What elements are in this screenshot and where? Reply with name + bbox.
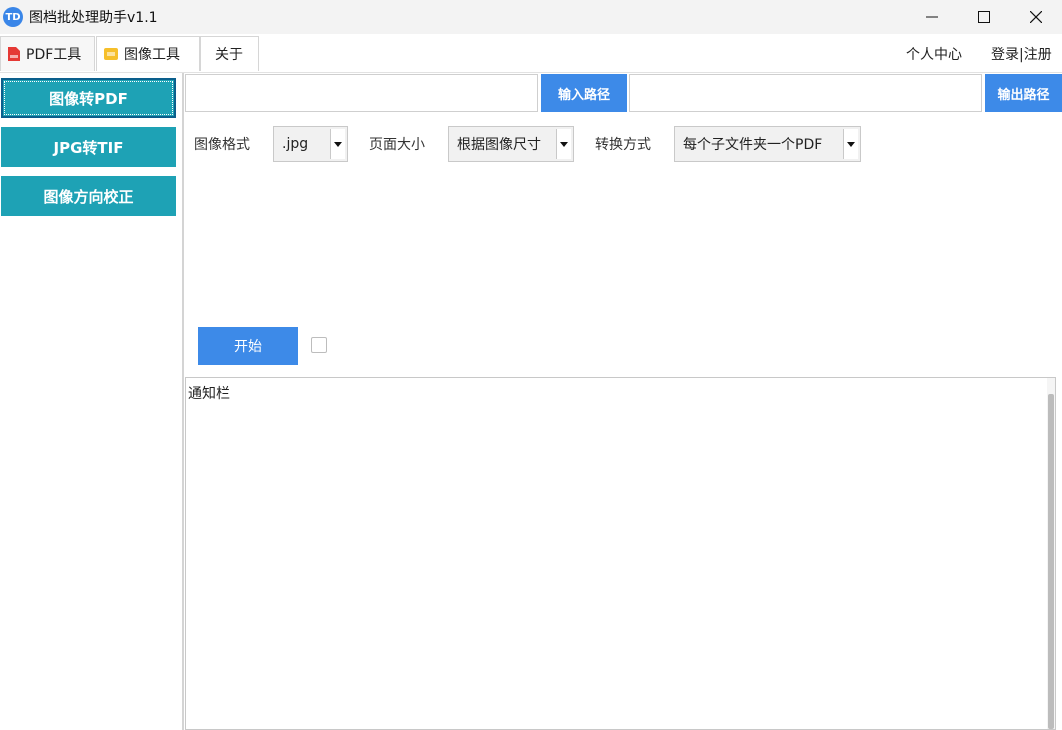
tab-image-tools[interactable]: 图像工具 [96, 36, 200, 71]
sidebar-item-jpg-to-tif[interactable]: JPG转TIF [1, 127, 176, 167]
minimize-icon [926, 16, 938, 18]
image-file-icon [103, 46, 119, 62]
tab-image-tools-label: 图像工具 [124, 47, 180, 63]
app-logo-icon: TD [3, 7, 23, 27]
image-format-select[interactable]: .jpg [273, 126, 348, 162]
sidebar: 图像转PDF JPG转TIF 图像方向校正 [0, 73, 184, 730]
title-bar: TD 图档批处理助手v1.1 [0, 0, 1062, 34]
dropdown-arrow-icon [843, 129, 858, 159]
tab-pdf-tools-label: PDF工具 [26, 47, 82, 63]
maximize-icon [978, 11, 990, 23]
page-size-value: 根据图像尺寸 [457, 137, 541, 153]
close-icon [1030, 11, 1042, 23]
sidebar-item-image-to-pdf[interactable]: 图像转PDF [1, 78, 176, 118]
tab-about[interactable]: 关于 [200, 36, 259, 71]
notification-title: 通知栏 [188, 386, 230, 402]
tab-pdf-tools[interactable]: PDF工具 [0, 36, 95, 71]
user-center-link[interactable]: 个人中心 [906, 44, 962, 64]
dropdown-arrow-icon [556, 129, 571, 159]
tab-about-label: 关于 [215, 47, 243, 63]
scrollbar-thumb[interactable] [1048, 394, 1054, 729]
output-path-field[interactable] [629, 74, 982, 112]
convert-mode-label: 转换方式 [595, 137, 651, 153]
image-format-label: 图像格式 [194, 137, 250, 153]
dropdown-arrow-icon [330, 129, 345, 159]
minimize-button[interactable] [906, 0, 958, 34]
close-button[interactable] [1010, 0, 1062, 34]
pdf-file-icon [7, 46, 21, 62]
input-path-button[interactable]: 输入路径 [541, 74, 627, 112]
tab-strip: PDF工具 图像工具 关于 个人中心 登录|注册 [0, 34, 1062, 73]
notification-scrollbar[interactable] [1047, 378, 1055, 729]
option-checkbox[interactable] [311, 337, 327, 353]
login-register-link[interactable]: 登录|注册 [991, 44, 1052, 64]
start-button[interactable]: 开始 [198, 327, 298, 365]
input-path-field[interactable] [185, 74, 538, 112]
window-title: 图档批处理助手v1.1 [29, 10, 158, 26]
maximize-button[interactable] [958, 0, 1010, 34]
notification-panel: 通知栏 [185, 377, 1056, 730]
image-format-value: .jpg [282, 136, 309, 152]
convert-mode-select[interactable]: 每个子文件夹一个PDF [674, 126, 861, 162]
sidebar-item-image-orientation[interactable]: 图像方向校正 [1, 176, 176, 216]
app-window: TD 图档批处理助手v1.1 PDF工具 图像工具 关于 个人中心 登录|注册 … [0, 0, 1062, 730]
window-controls [906, 0, 1062, 34]
page-size-label: 页面大小 [369, 137, 425, 153]
output-path-button[interactable]: 输出路径 [985, 74, 1062, 112]
convert-mode-value: 每个子文件夹一个PDF [683, 137, 823, 153]
page-size-select[interactable]: 根据图像尺寸 [448, 126, 574, 162]
